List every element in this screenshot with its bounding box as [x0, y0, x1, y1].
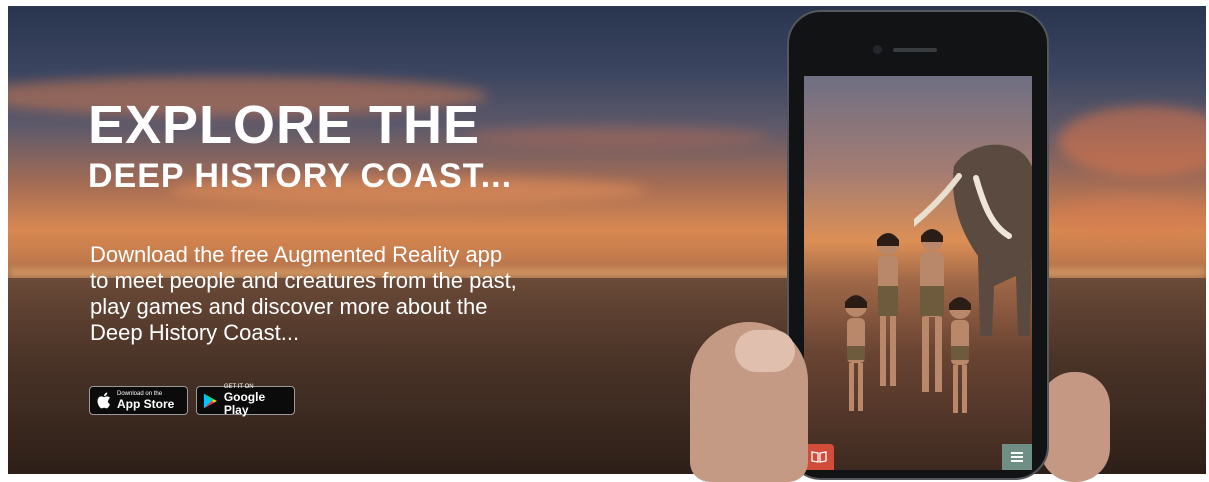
book-button[interactable] — [804, 444, 834, 470]
menu-icon — [1011, 452, 1023, 462]
cloud — [1058, 106, 1206, 176]
hero-title-line2: DEEP HISTORY COAST... — [88, 157, 513, 195]
description-line: Download the free Augmented Reality app — [90, 242, 503, 267]
description-line: to meet people and creatures from the pa… — [90, 268, 517, 293]
early-humans-image — [845, 229, 971, 413]
description-line: Deep History Coast... — [90, 320, 300, 345]
cloud — [468, 126, 768, 148]
google-play-label: Google Play — [223, 390, 266, 417]
description-line: play games and discover more about the — [90, 294, 488, 319]
camera-icon — [873, 45, 882, 54]
phone-screen — [804, 76, 1032, 470]
google-play-text: GET IT ON Google Play — [224, 384, 288, 417]
hero-title-line1: EXPLORE THE — [88, 95, 481, 155]
finger — [1040, 372, 1110, 482]
hero-title: EXPLORE THE DEEP HISTORY COAST... — [88, 96, 512, 196]
hero-description: Download the free Augmented Reality app … — [90, 242, 650, 346]
app-store-text: Download on the App Store — [117, 391, 174, 411]
menu-button[interactable] — [1002, 444, 1032, 470]
book-icon — [811, 451, 827, 463]
thumbnail-nail — [735, 330, 795, 372]
apple-icon — [97, 392, 110, 409]
cloud — [1048, 196, 1206, 236]
app-store-button[interactable]: Download on the App Store — [89, 386, 188, 415]
speaker-grille — [893, 48, 937, 52]
app-store-label: App Store — [117, 396, 175, 411]
google-play-button[interactable]: GET IT ON Google Play — [196, 384, 295, 417]
smartphone — [787, 10, 1049, 480]
google-play-icon — [203, 393, 217, 408]
